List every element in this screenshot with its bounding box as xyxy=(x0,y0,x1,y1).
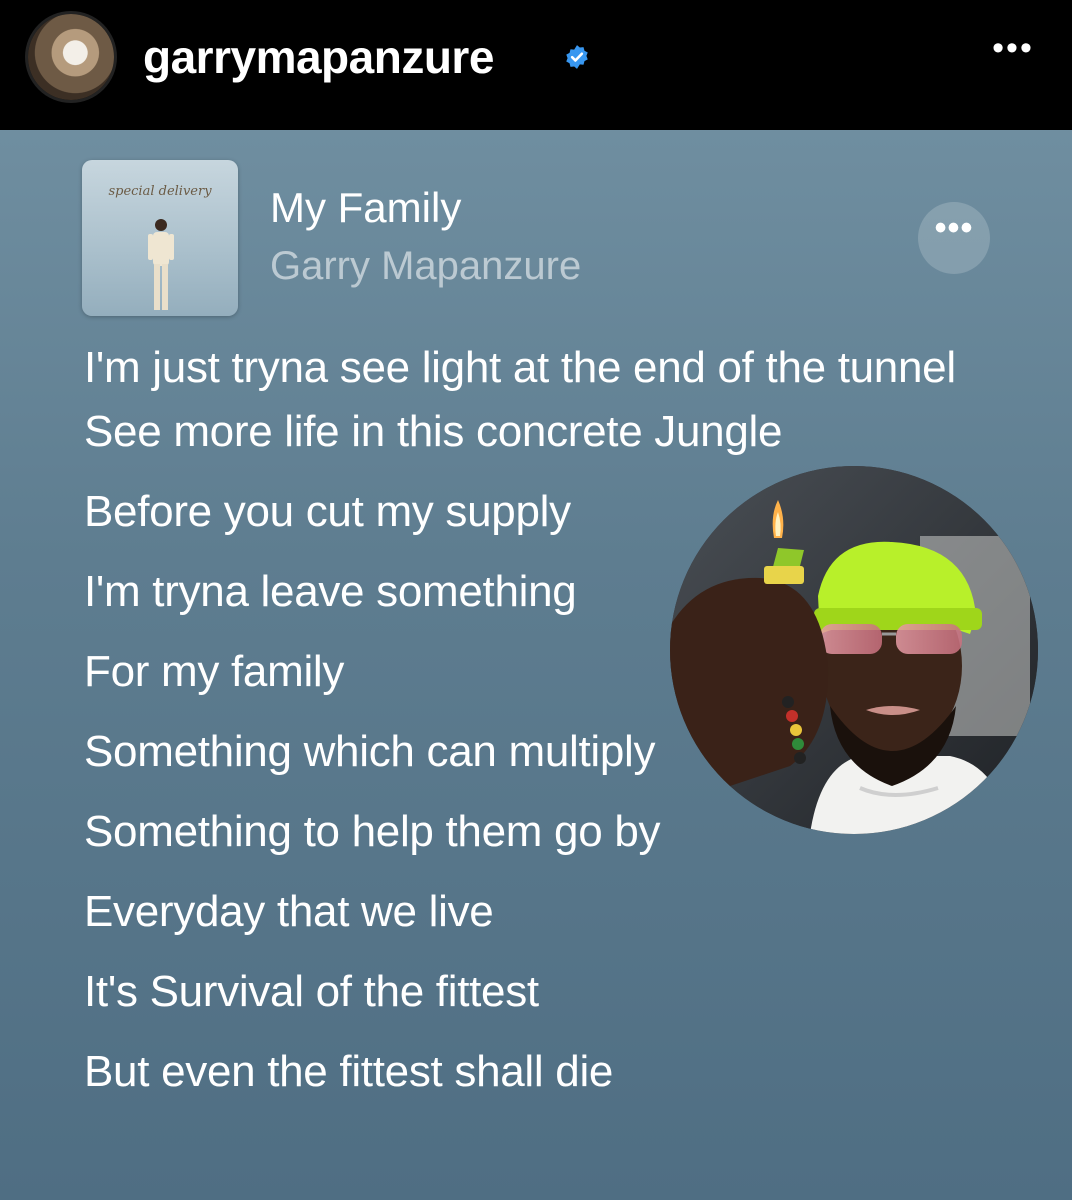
song-more-button[interactable]: ••• xyxy=(918,202,990,274)
album-cover-title: special delivery xyxy=(108,184,212,199)
lyric-line: I'm just tryna see light at the end of t… xyxy=(84,343,956,456)
verified-badge-icon xyxy=(566,45,588,69)
post-header: garrymapanzure ••• xyxy=(0,0,1072,130)
artist-photo-illustration xyxy=(670,466,1038,834)
song-artist[interactable]: Garry Mapanzure xyxy=(270,244,581,289)
lyric-line: But even the fittest shall die xyxy=(84,1047,614,1096)
artist-photo xyxy=(670,466,1038,834)
song-title: My Family xyxy=(270,184,462,231)
album-cover-figure xyxy=(148,219,174,310)
lyric-line: Everyday that we live xyxy=(84,887,494,936)
more-options-icon[interactable]: ••• xyxy=(988,31,1038,68)
username[interactable]: garrymapanzure xyxy=(143,30,494,84)
lyrics-card: special delivery My Family Garry Mapanzu… xyxy=(0,130,1072,1200)
profile-avatar[interactable] xyxy=(28,14,114,100)
lyric-line: It's Survival of the fittest xyxy=(84,967,539,1016)
album-cover: special delivery xyxy=(82,160,238,316)
